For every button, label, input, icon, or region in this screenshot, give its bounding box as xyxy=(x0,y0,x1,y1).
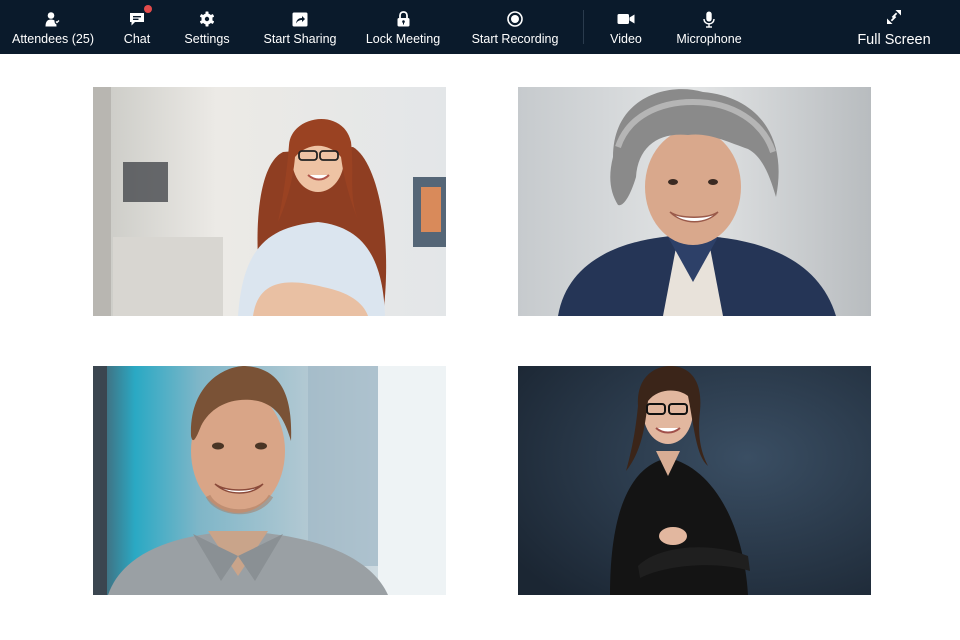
microphone-icon xyxy=(703,10,715,28)
toolbar-divider xyxy=(583,10,584,44)
share-screen-icon xyxy=(292,10,308,28)
participant-video-tile-1[interactable] xyxy=(93,87,446,316)
attendees-label: Attendees (25) xyxy=(12,32,94,46)
settings-button[interactable]: Settings xyxy=(180,0,234,54)
chat-button[interactable]: Chat xyxy=(117,0,157,54)
participant-video-feed xyxy=(93,87,446,316)
video-button[interactable]: Video xyxy=(606,0,646,54)
settings-label: Settings xyxy=(184,32,230,46)
video-label: Video xyxy=(610,32,642,46)
participant-video-feed xyxy=(518,366,871,595)
lock-meeting-button[interactable]: Lock Meeting xyxy=(366,0,440,54)
microphone-button[interactable]: Microphone xyxy=(674,0,744,54)
lock-meeting-label: Lock Meeting xyxy=(365,32,441,46)
start-sharing-button[interactable]: Start Sharing xyxy=(263,0,337,54)
full-screen-label: Full Screen xyxy=(857,32,931,48)
start-sharing-label: Start Sharing xyxy=(263,32,337,46)
participant-video-tile-2[interactable] xyxy=(518,87,871,316)
participant-video-tile-3[interactable] xyxy=(93,366,446,595)
chat-icon xyxy=(129,5,152,28)
lock-icon xyxy=(397,10,410,28)
participant-video-feed xyxy=(518,87,871,316)
gear-icon xyxy=(199,10,215,28)
participant-video-tile-4[interactable] xyxy=(518,366,871,595)
chat-notification-badge xyxy=(144,5,152,13)
participant-video-feed xyxy=(93,366,446,595)
video-camera-icon xyxy=(617,10,635,28)
meeting-toolbar: Attendees (25) Chat Settings Start Shari… xyxy=(0,0,960,54)
record-icon xyxy=(507,10,523,28)
expand-icon xyxy=(886,8,902,26)
microphone-label: Microphone xyxy=(676,32,742,46)
chat-label: Chat xyxy=(123,32,151,46)
start-recording-label: Start Recording xyxy=(471,32,559,46)
full-screen-button[interactable]: Full Screen xyxy=(852,0,936,54)
start-recording-button[interactable]: Start Recording xyxy=(471,0,559,54)
attendees-button[interactable]: Attendees (25) xyxy=(8,0,98,54)
attendees-icon xyxy=(45,10,61,28)
